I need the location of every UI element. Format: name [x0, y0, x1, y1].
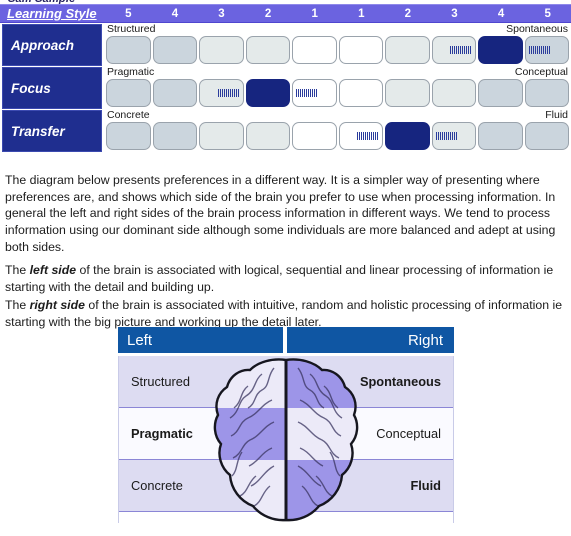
hatch-marker-icon	[357, 132, 379, 140]
scale-tick: 1	[358, 7, 365, 20]
scale-cell[interactable]	[385, 79, 430, 107]
row-scale-area: Pragmatic Conceptual	[106, 66, 571, 109]
brain-label-right: Spontaneous	[359, 374, 441, 389]
brain-diagram-header: Left Right	[118, 327, 454, 353]
scale-cell-selected[interactable]	[385, 122, 430, 150]
scale-tick: 4	[171, 7, 179, 20]
scale-cell[interactable]	[431, 79, 476, 107]
scale-cell[interactable]	[385, 36, 430, 64]
learning-style-row-focus: Focus Pragmatic Conceptual	[0, 66, 571, 109]
scale-cell[interactable]	[152, 79, 197, 107]
scale-tick: 5	[125, 7, 132, 20]
scale-cell[interactable]	[199, 79, 244, 107]
right-side-text-pre: The	[5, 298, 30, 313]
brain-header-right: Right	[287, 327, 454, 353]
scale-cell[interactable]	[478, 79, 523, 107]
hatch-marker-icon	[296, 89, 318, 97]
pole-label-right: Fluid	[545, 109, 568, 121]
scale-tick: 1	[311, 7, 318, 20]
left-side-text-post: of the brain is associated with logical,…	[5, 263, 554, 294]
scale-cell[interactable]	[292, 79, 337, 107]
row-scale-area: Structured Spontaneous	[106, 23, 571, 66]
scale-tick: 4	[497, 7, 505, 20]
learning-style-scale: 5 4 3 2 1 1 2 3 4 5	[105, 8, 571, 20]
pole-label-left: Structured	[107, 23, 156, 35]
pole-label-right: Conceptual	[514, 66, 568, 78]
scale-tick: 3	[451, 7, 458, 20]
scale-cells	[106, 36, 571, 64]
scale-tick: 3	[218, 7, 225, 20]
scale-cell[interactable]	[199, 122, 244, 150]
scale-cell[interactable]	[524, 36, 569, 64]
learning-style-row-transfer: Transfer Concrete Fluid	[0, 109, 571, 152]
left-side-emphasis: left side	[29, 263, 77, 278]
brain-diagram: Left Right Structured Spontaneous Pragma…	[118, 327, 454, 523]
row-pole-labels: Structured Spontaneous	[106, 23, 571, 36]
row-pole-labels: Concrete Fluid	[106, 109, 571, 122]
scale-cell[interactable]	[338, 122, 383, 150]
row-pole-labels: Pragmatic Conceptual	[106, 66, 571, 79]
scale-cell[interactable]	[338, 36, 383, 64]
pole-label-left: Concrete	[107, 109, 150, 121]
scale-cell[interactable]	[199, 36, 244, 64]
scale-cell[interactable]	[524, 79, 569, 107]
scale-cells	[106, 122, 571, 150]
brain-label-left: Concrete	[131, 478, 183, 493]
row-label: Focus	[2, 67, 102, 109]
scale-cell[interactable]	[431, 36, 476, 64]
scale-cell[interactable]	[152, 36, 197, 64]
row-label: Approach	[2, 24, 102, 66]
scale-cell[interactable]	[478, 122, 523, 150]
scale-cell[interactable]	[106, 122, 151, 150]
brain-row-transfer: Concrete Fluid	[119, 460, 453, 512]
right-side-emphasis: right side	[29, 298, 85, 313]
scale-cell[interactable]	[106, 36, 151, 64]
learning-style-table: Learning Style 5 4 3 2 1 1 2 3 4 5 Appro…	[0, 4, 571, 152]
brain-label-right: Fluid	[410, 478, 441, 493]
scale-tick: 2	[404, 7, 412, 20]
scale-cells	[106, 79, 571, 107]
scale-cell[interactable]	[292, 122, 337, 150]
brain-label-right: Conceptual	[376, 426, 441, 441]
right-side-paragraph: The right side of the brain is associate…	[5, 297, 565, 330]
scale-tick: 2	[264, 7, 272, 20]
scale-cell[interactable]	[431, 122, 476, 150]
hatch-marker-icon	[217, 89, 240, 97]
scale-cell[interactable]	[292, 36, 337, 64]
scale-cell[interactable]	[152, 122, 197, 150]
left-side-paragraph: The left side of the brain is associated…	[5, 262, 565, 295]
scale-cell-selected[interactable]	[478, 36, 523, 64]
learning-style-header: Learning Style 5 4 3 2 1 1 2 3 4 5	[0, 4, 571, 23]
scale-cell[interactable]	[106, 79, 151, 107]
right-side-text-post: of the brain is associated with intuitiv…	[5, 298, 563, 329]
scale-cell[interactable]	[245, 36, 290, 64]
row-label: Transfer	[2, 110, 102, 152]
brain-label-left: Structured	[131, 374, 191, 389]
learning-style-title: Learning Style	[7, 6, 97, 21]
brain-label-left: Pragmatic	[131, 426, 193, 441]
row-scale-area: Concrete Fluid	[106, 109, 571, 152]
hatch-marker-icon	[435, 132, 458, 140]
brain-row-focus: Pragmatic Conceptual	[119, 408, 453, 460]
scale-cell-selected[interactable]	[245, 79, 290, 107]
scale-cell[interactable]	[245, 122, 290, 150]
left-side-text-pre: The	[5, 263, 30, 278]
scale-cell[interactable]	[524, 122, 569, 150]
pole-label-right: Spontaneous	[506, 23, 568, 35]
brain-header-left: Left	[118, 327, 283, 353]
learning-style-row-approach: Approach Structured Spontaneous	[0, 23, 571, 66]
hatch-marker-icon	[528, 46, 551, 54]
scale-cell[interactable]	[338, 79, 383, 107]
brain-row-approach: Structured Spontaneous	[119, 356, 453, 408]
brain-diagram-body: Structured Spontaneous Pragmatic Concept…	[118, 356, 454, 523]
hatch-marker-icon	[450, 46, 472, 54]
scale-tick: 5	[544, 7, 551, 20]
pole-label-left: Pragmatic	[107, 66, 155, 78]
intro-paragraph: The diagram below presents preferences i…	[5, 173, 556, 254]
